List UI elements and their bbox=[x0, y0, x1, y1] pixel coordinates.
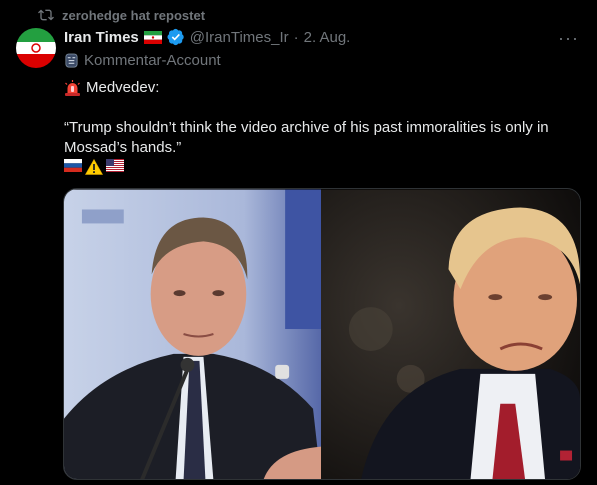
siren-emoji-icon bbox=[65, 79, 80, 96]
repost-icon bbox=[38, 9, 54, 21]
iran-flag-emoji-icon bbox=[143, 30, 162, 44]
mask-icon bbox=[65, 53, 78, 68]
post-date[interactable]: 2. Aug. bbox=[304, 29, 351, 46]
affiliation-label: Kommentar-Account bbox=[64, 52, 221, 69]
trump-photo[interactable] bbox=[321, 189, 580, 480]
author-handle[interactable]: @IranTimes_Ir bbox=[190, 29, 289, 46]
quote-text: “Trump shouldn’t think the video archive… bbox=[64, 119, 549, 156]
avatar[interactable] bbox=[16, 28, 56, 68]
headline-text: Medvedev: bbox=[86, 79, 160, 96]
iran-flag-avatar-icon bbox=[16, 28, 56, 68]
tweet-header: Iran Times @IranTimes_Ir · 2. Aug. bbox=[64, 28, 350, 46]
author-name[interactable]: Iran Times bbox=[64, 29, 139, 46]
tweet-media[interactable] bbox=[63, 188, 581, 480]
warning-emoji bbox=[85, 159, 103, 175]
separator-dot: · bbox=[293, 28, 299, 46]
medvedev-photo[interactable] bbox=[64, 189, 321, 480]
us-flag-emoji bbox=[106, 159, 124, 172]
tweet-body: Medvedev: “Trump shouldn’t think the vid… bbox=[64, 78, 584, 175]
more-options-button[interactable]: ··· bbox=[558, 28, 579, 49]
affiliation-text: Kommentar-Account bbox=[84, 52, 221, 69]
verified-badge-icon[interactable] bbox=[167, 28, 185, 46]
repost-indicator[interactable]: zerohedge hat repostet bbox=[38, 7, 205, 23]
russia-flag-emoji bbox=[64, 159, 82, 172]
headline-line: Medvedev: bbox=[64, 78, 584, 98]
flag-emoji-row bbox=[64, 159, 584, 175]
repost-text: zerohedge hat repostet bbox=[62, 7, 206, 23]
